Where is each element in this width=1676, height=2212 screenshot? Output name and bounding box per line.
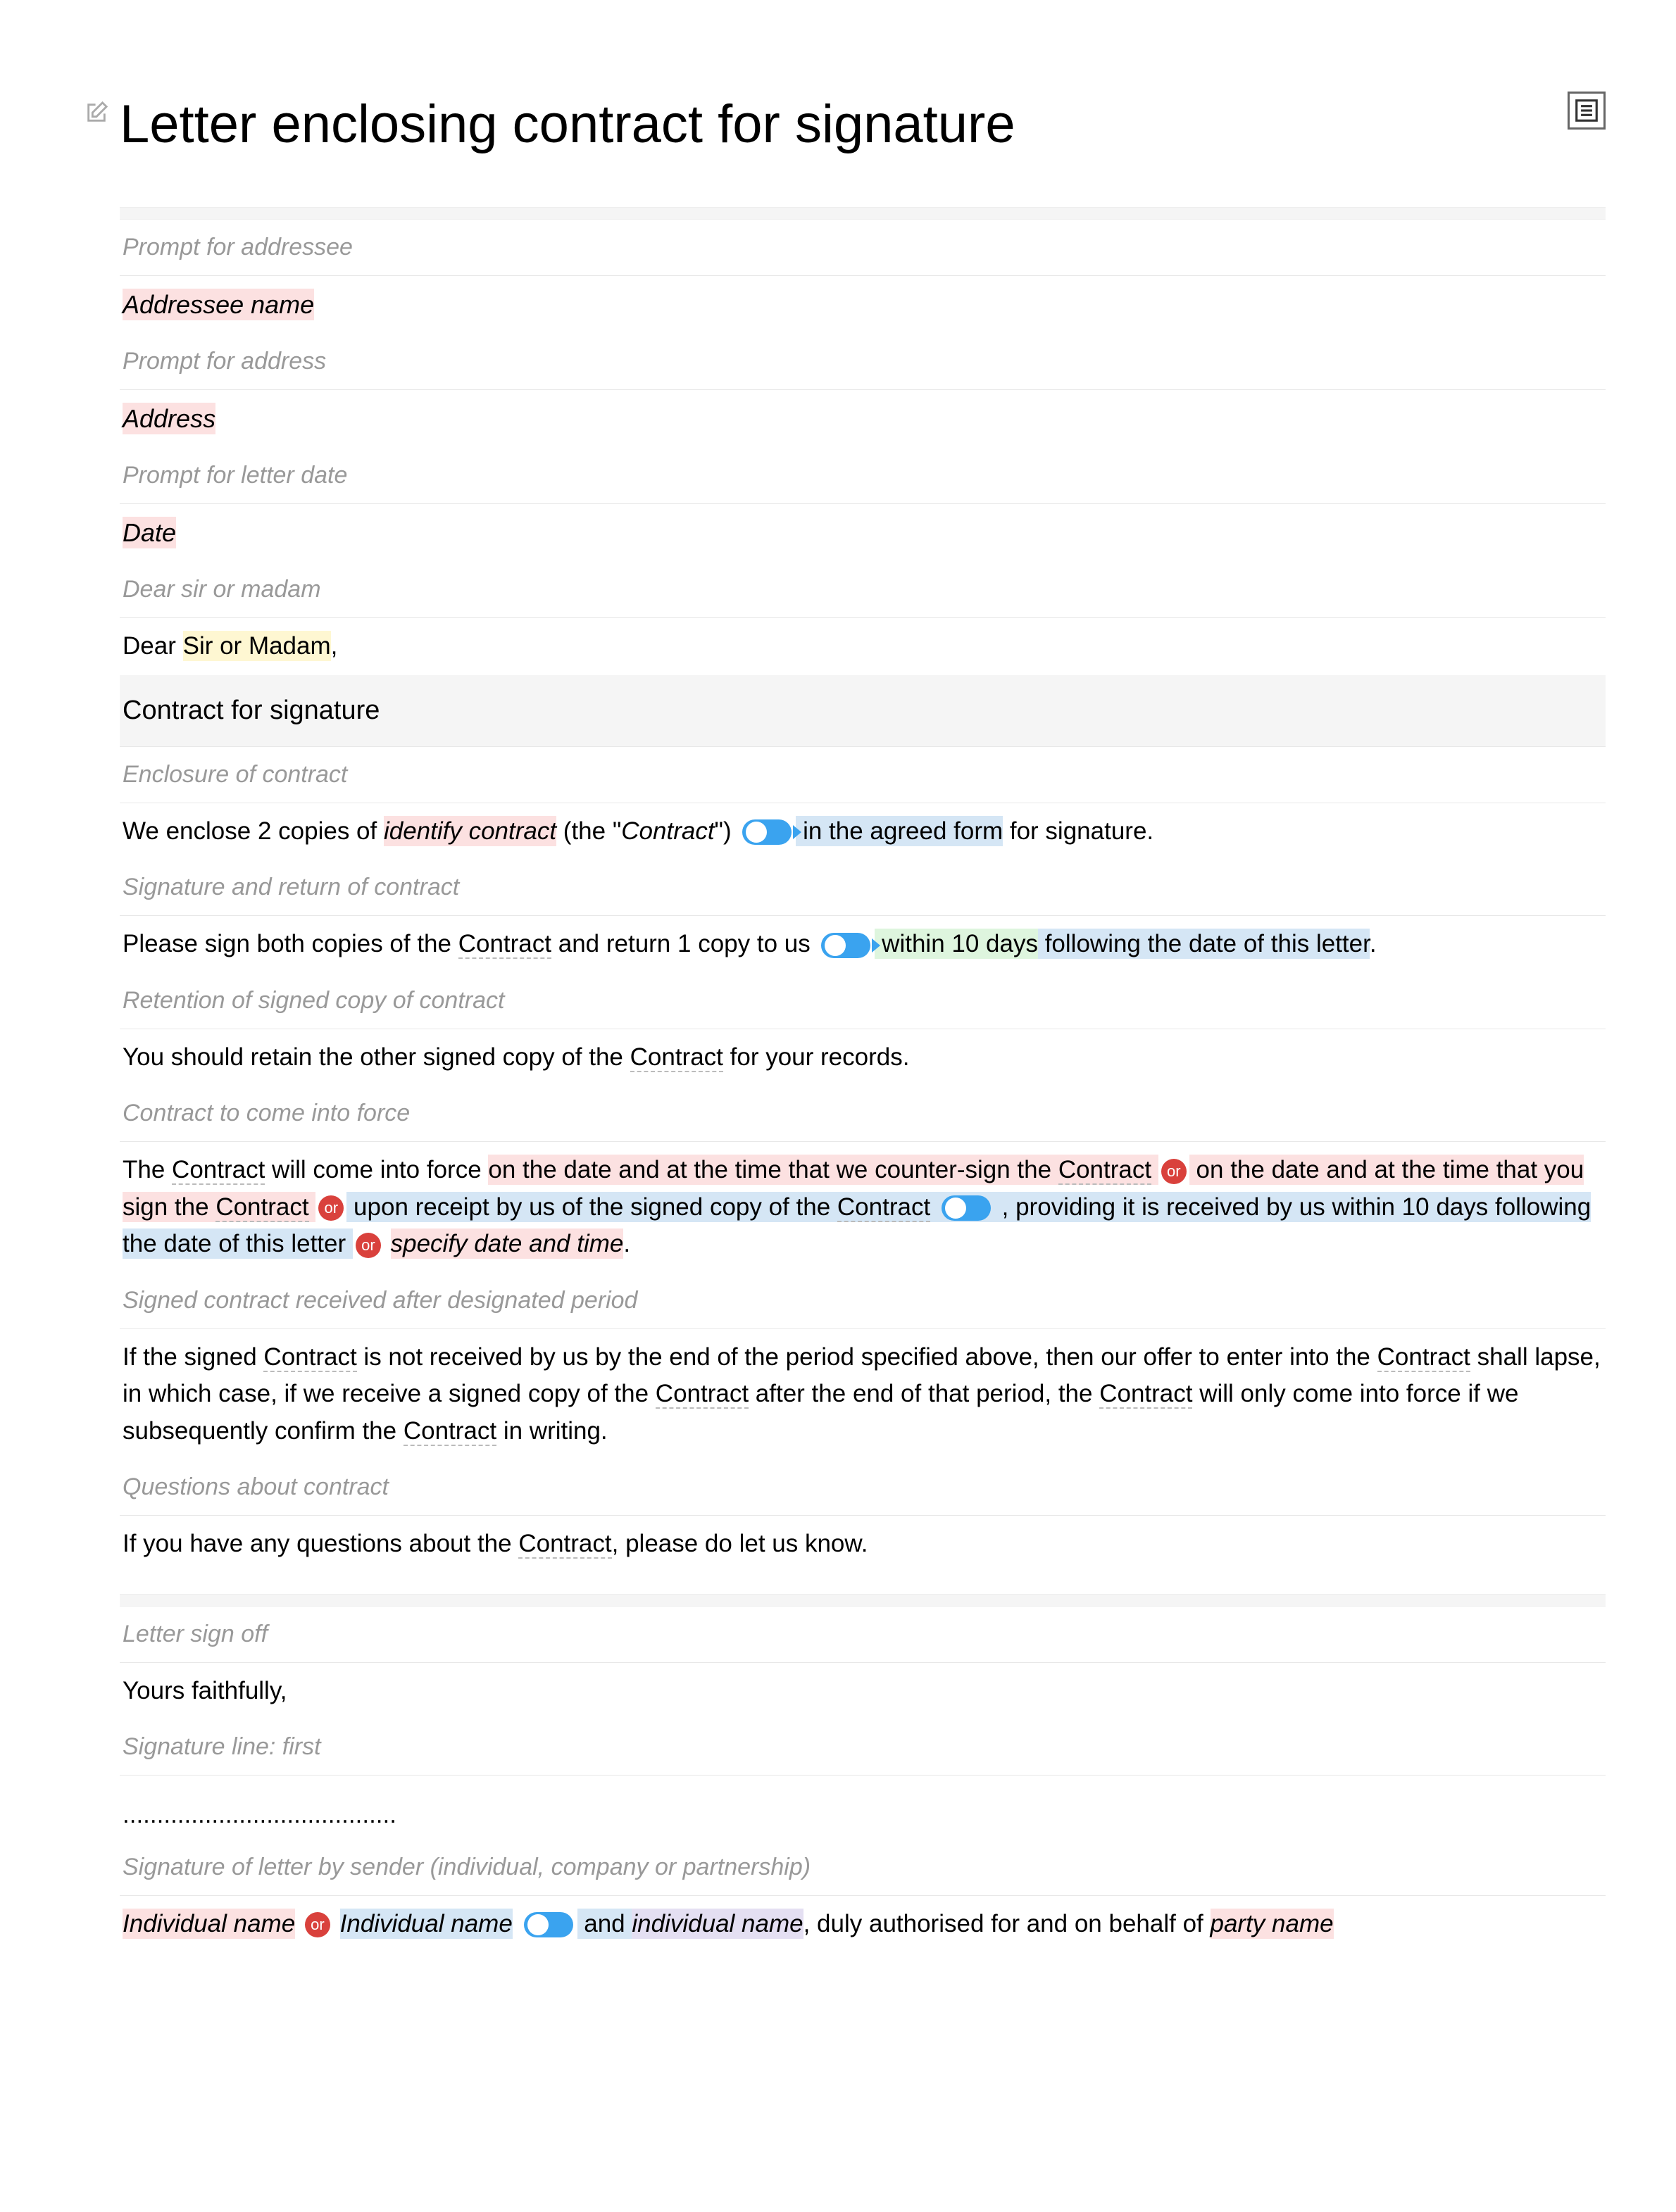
- contract-term[interactable]: Contract: [518, 1530, 611, 1559]
- address-prompt-label: Prompt for address: [120, 334, 1606, 390]
- contract-term[interactable]: Contract: [656, 1380, 749, 1409]
- questions-label: Questions about contract: [120, 1459, 1606, 1516]
- identify-contract-field[interactable]: identify contract: [384, 816, 556, 846]
- contract-term[interactable]: Contract: [1377, 1343, 1470, 1372]
- edit-icon: [85, 97, 113, 135]
- sender-sig-text: Individual name or Individual name and i…: [120, 1896, 1606, 1953]
- or-badge[interactable]: or: [1161, 1159, 1187, 1184]
- contract-term[interactable]: Contract: [458, 930, 551, 959]
- sender-toggle[interactable]: [524, 1912, 573, 1937]
- after-period-label: Signed contract received after designate…: [120, 1273, 1606, 1329]
- questions-text: If you have any questions about the Cont…: [120, 1516, 1606, 1573]
- return-days-option[interactable]: within 10 days following the date of thi…: [875, 929, 1369, 959]
- or-badge[interactable]: or: [356, 1233, 381, 1258]
- salutation-text: Dear Sir or Madam,: [120, 618, 1606, 675]
- sign-off-text: Yours faithfully,: [120, 1663, 1606, 1720]
- sender-sig-label: Signature of letter by sender (individua…: [120, 1840, 1606, 1896]
- divider: [120, 207, 1606, 220]
- salutation-variable[interactable]: Sir or Madam: [183, 631, 331, 661]
- document-header: Letter enclosing contract for signature: [85, 84, 1606, 165]
- sig-return-text: Please sign both copies of the Contract …: [120, 916, 1606, 973]
- sender-option-2b[interactable]: and individual name: [577, 1909, 803, 1939]
- addressee-name-field[interactable]: Addressee name: [120, 276, 1606, 334]
- contract-term[interactable]: Contract: [172, 1156, 265, 1185]
- sender-option-1[interactable]: Individual name: [123, 1909, 295, 1939]
- force-label: Contract to come into force: [120, 1086, 1606, 1142]
- sig-return-label: Signature and return of contract: [120, 860, 1606, 916]
- enclosure-label: Enclosure of contract: [120, 747, 1606, 803]
- contract-term[interactable]: Contract: [404, 1417, 496, 1446]
- force-option-4[interactable]: specify date and time: [391, 1228, 624, 1259]
- subject-line: Contract for signature: [120, 675, 1606, 747]
- after-period-text: If the signed Contract is not received b…: [120, 1329, 1606, 1460]
- force-option-3[interactable]: upon receipt by us of the signed copy of…: [123, 1192, 1591, 1259]
- retention-text: You should retain the other signed copy …: [120, 1029, 1606, 1086]
- enclosure-text: We enclose 2 copies of identify contract…: [120, 803, 1606, 860]
- divider: [120, 1594, 1606, 1607]
- address-field[interactable]: Address: [120, 390, 1606, 448]
- contract-term[interactable]: Contract: [630, 1043, 723, 1072]
- contract-term[interactable]: Contract: [263, 1343, 356, 1372]
- agreed-form-toggle[interactable]: [742, 819, 792, 845]
- retention-label: Retention of signed copy of contract: [120, 973, 1606, 1029]
- agreed-form-option[interactable]: in the agreed form: [796, 816, 1003, 846]
- sign-off-label: Letter sign off: [120, 1607, 1606, 1663]
- addressee-prompt-label: Prompt for addressee: [120, 220, 1606, 276]
- party-name-field[interactable]: party name: [1211, 1909, 1334, 1939]
- return-period-toggle[interactable]: [821, 933, 870, 958]
- signature-line: ........................................: [120, 1776, 1606, 1840]
- toc-button[interactable]: [1568, 92, 1606, 130]
- salutation-label: Dear sir or madam: [120, 562, 1606, 618]
- force-text: The Contract will come into force on the…: [120, 1142, 1606, 1273]
- force-option-1[interactable]: on the date and at the time that we coun…: [488, 1155, 1158, 1185]
- page-title: Letter enclosing contract for signature: [120, 84, 1568, 165]
- date-prompt-label: Prompt for letter date: [120, 448, 1606, 504]
- contract-term[interactable]: Contract: [1099, 1380, 1192, 1409]
- or-badge[interactable]: or: [305, 1912, 330, 1937]
- or-badge[interactable]: or: [318, 1195, 344, 1221]
- force-subtoggle[interactable]: [942, 1195, 991, 1221]
- sig-line-label: Signature line: first: [120, 1719, 1606, 1776]
- date-field[interactable]: Date: [120, 504, 1606, 562]
- sender-option-2a[interactable]: Individual name: [340, 1909, 513, 1939]
